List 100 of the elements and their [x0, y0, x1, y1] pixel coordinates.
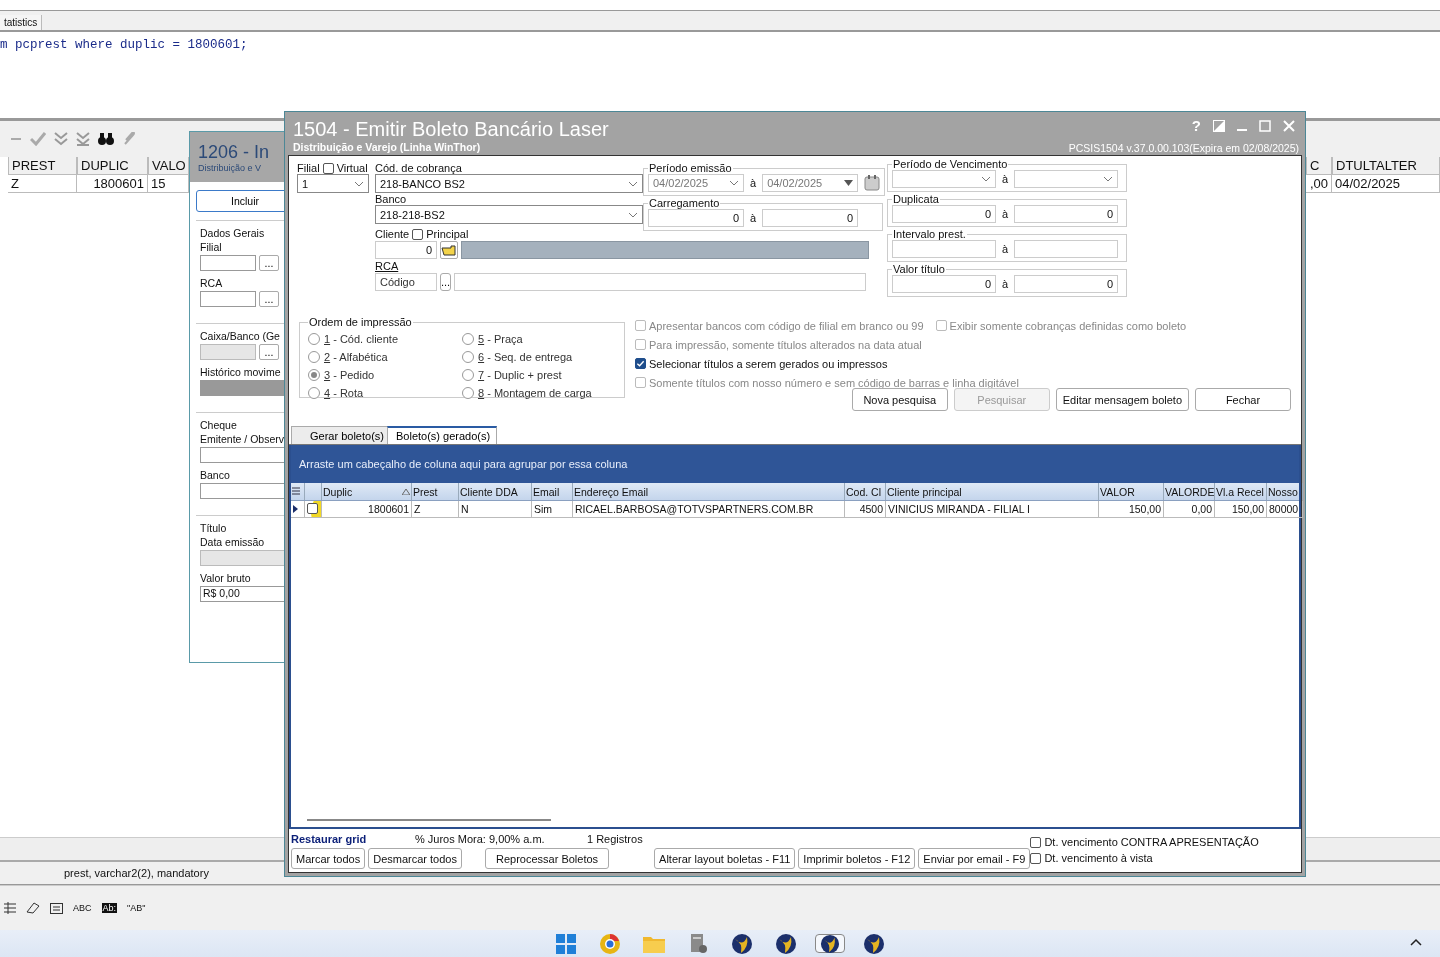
include-button[interactable]: Incluir	[196, 190, 285, 212]
print-button[interactable]: Imprimir boletos - F12	[798, 848, 916, 869]
lookup-button[interactable]: ...	[259, 291, 279, 307]
input-field[interactable]	[200, 255, 256, 271]
maximize-icon[interactable]	[1259, 119, 1271, 132]
radio-button[interactable]	[308, 387, 320, 399]
number-field[interactable]: 0	[1014, 275, 1119, 293]
toolbar-text[interactable]: "AB"	[127, 903, 146, 913]
dropdown-arrow-icon[interactable]	[844, 180, 854, 186]
column-header[interactable]: VALORDE	[1164, 483, 1215, 500]
radio-button[interactable]	[462, 351, 474, 363]
column-header[interactable]: VALOR	[1099, 483, 1164, 500]
server-icon[interactable]	[688, 932, 708, 955]
double-chevron-down-icon[interactable]	[54, 132, 68, 146]
app-swirl-icon[interactable]	[731, 932, 753, 955]
radio-button[interactable]	[308, 351, 320, 363]
send-email-button[interactable]: Enviar por email - F9	[918, 848, 1031, 869]
restore-icon[interactable]	[1213, 119, 1225, 132]
date-field[interactable]	[1014, 170, 1119, 188]
calendar-icon[interactable]	[864, 175, 881, 191]
app-swirl-icon[interactable]	[863, 932, 885, 955]
number-field[interactable]: 0	[375, 241, 437, 259]
column-header[interactable]: DUPLIC	[77, 157, 148, 175]
date-field[interactable]: 04/02/2025	[648, 174, 744, 192]
select-all-button[interactable]: Marcar todos	[291, 848, 366, 869]
column-header[interactable]: Cod. Cl	[845, 483, 886, 500]
date-field[interactable]: 04/02/2025	[762, 174, 859, 192]
input-field[interactable]	[200, 483, 285, 499]
toolbar-text[interactable]: Ab:	[101, 903, 118, 913]
column-header[interactable]: C	[1306, 157, 1332, 175]
date-field[interactable]	[892, 170, 996, 188]
radio-button[interactable]	[462, 333, 474, 345]
app-swirl-icon[interactable]	[775, 932, 797, 955]
edit-message-button[interactable]: Editar mensagem boleto	[1055, 388, 1189, 411]
binoculars-icon[interactable]	[98, 132, 114, 146]
eraser-icon[interactable]	[26, 902, 40, 914]
change-layout-button[interactable]: Alterar layout boletas - F11	[654, 848, 796, 869]
form-icon[interactable]	[50, 902, 63, 914]
browser-icon[interactable]	[599, 932, 621, 955]
number-field[interactable]: 0	[762, 209, 859, 227]
windows-logo-icon[interactable]	[556, 933, 576, 954]
app-swirl-icon[interactable]	[820, 932, 840, 955]
input-field[interactable]	[454, 273, 867, 291]
column-header[interactable]: Email	[532, 483, 573, 500]
checkbox[interactable]	[322, 162, 334, 174]
checkbox[interactable]	[1030, 836, 1042, 848]
toolbar-text[interactable]: ABC	[73, 903, 92, 913]
radio-button[interactable]	[462, 369, 474, 381]
column-header[interactable]: Nosso	[1267, 483, 1303, 500]
double-chevron-down-icon[interactable]	[76, 132, 90, 146]
close-button[interactable]: Fechar	[1195, 388, 1291, 411]
tab[interactable]: tatistics	[0, 15, 43, 30]
close-icon[interactable]	[1283, 119, 1295, 132]
dropdown[interactable]: 1	[297, 174, 369, 193]
grid-icon[interactable]	[4, 902, 16, 914]
restore-grid-link[interactable]: Restaurar grid	[291, 832, 415, 845]
radio-button[interactable]	[308, 333, 320, 345]
dropdown[interactable]: 218-218-BS2	[375, 205, 643, 224]
reprocess-button[interactable]: Reprocessar Boletos	[484, 848, 610, 869]
column-header[interactable]: Cliente DDA	[459, 483, 532, 500]
column-header[interactable]: Endereço Email	[573, 483, 845, 500]
number-field[interactable]: 0	[892, 275, 996, 293]
input-field[interactable]: Código	[375, 273, 437, 291]
customer-name-field[interactable]	[461, 241, 869, 259]
column-header[interactable]: Vl.a Recel	[1215, 483, 1267, 500]
number-field[interactable]: 0	[648, 209, 744, 227]
dropdown[interactable]: 218-BANCO BS2	[375, 174, 643, 193]
checkbox[interactable]	[635, 358, 646, 369]
input-field[interactable]: R$ 0,00	[200, 586, 285, 602]
input-field[interactable]	[200, 291, 256, 307]
column-header[interactable]: Cliente principal	[886, 483, 1099, 500]
tab[interactable]: Boleto(s) gerado(s)	[387, 426, 498, 444]
column-header[interactable]: Duplic	[322, 483, 412, 500]
lookup-button[interactable]: ...	[440, 273, 452, 291]
column-chooser-icon[interactable]	[292, 486, 300, 497]
lookup-button[interactable]: ...	[259, 344, 279, 360]
scrollbar[interactable]	[307, 819, 551, 821]
number-field[interactable]: 0	[892, 205, 996, 223]
column-header[interactable]: PREST	[8, 157, 77, 175]
lookup-button[interactable]: ...	[259, 255, 279, 271]
input-field[interactable]	[200, 550, 285, 566]
input-field[interactable]	[200, 380, 285, 396]
chevron-up-icon[interactable]	[1410, 938, 1422, 946]
radio-button[interactable]	[308, 369, 320, 381]
check-icon[interactable]	[30, 132, 46, 146]
number-field[interactable]: 0	[1014, 205, 1119, 223]
checkbox[interactable]	[412, 228, 424, 240]
input-field[interactable]	[200, 344, 256, 360]
folder-icon[interactable]	[643, 934, 665, 953]
radio-button[interactable]	[462, 387, 474, 399]
deselect-all-button[interactable]: Desmarcar todos	[368, 848, 462, 869]
new-search-button[interactable]: Nova pesquisa	[851, 388, 948, 411]
checkbox[interactable]	[1030, 852, 1042, 864]
customer-search-button[interactable]	[440, 241, 458, 259]
number-field[interactable]	[1014, 240, 1119, 258]
column-header[interactable]: DTULTALTER	[1332, 157, 1440, 175]
column-header[interactable]: Prest	[412, 483, 459, 500]
input-field[interactable]	[200, 447, 285, 463]
number-field[interactable]	[892, 240, 996, 258]
column-header[interactable]: VALO	[148, 157, 189, 175]
